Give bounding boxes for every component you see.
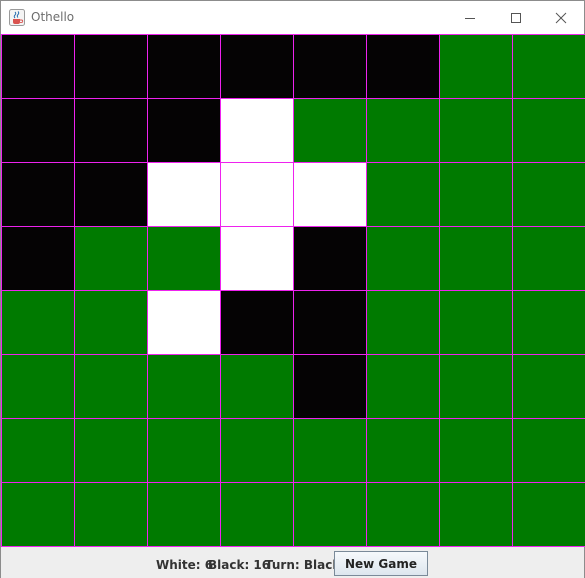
empty-cell[interactable] <box>293 482 367 547</box>
empty-cell[interactable] <box>366 354 440 419</box>
empty-cell[interactable] <box>147 226 221 291</box>
empty-cell[interactable] <box>512 34 585 99</box>
othello-window: Othello White: 6 Black: 16 Turn: Black N… <box>0 0 585 578</box>
white-score: White: 6 <box>156 558 214 572</box>
empty-cell[interactable] <box>293 418 367 483</box>
othello-board <box>1 34 585 547</box>
black-disc-cell[interactable] <box>220 290 294 355</box>
empty-cell[interactable] <box>366 162 440 227</box>
turn-indicator: Turn: Black <box>265 558 341 572</box>
minimize-icon <box>465 17 475 19</box>
black-disc-cell[interactable] <box>366 34 440 99</box>
empty-cell[interactable] <box>220 482 294 547</box>
empty-cell[interactable] <box>220 418 294 483</box>
title-bar[interactable]: Othello <box>1 1 584 34</box>
empty-cell[interactable] <box>1 418 75 483</box>
black-disc-cell[interactable] <box>293 290 367 355</box>
black-disc-cell[interactable] <box>220 34 294 99</box>
black-disc-cell[interactable] <box>147 34 221 99</box>
empty-cell[interactable] <box>293 98 367 163</box>
empty-cell[interactable] <box>220 354 294 419</box>
white-disc-cell[interactable] <box>147 290 221 355</box>
white-disc-cell[interactable] <box>220 226 294 291</box>
empty-cell[interactable] <box>366 482 440 547</box>
new-game-button[interactable]: New Game <box>334 551 428 576</box>
empty-cell[interactable] <box>512 482 585 547</box>
white-disc-cell[interactable] <box>220 98 294 163</box>
empty-cell[interactable] <box>74 482 148 547</box>
empty-cell[interactable] <box>512 290 585 355</box>
empty-cell[interactable] <box>439 418 513 483</box>
black-disc-cell[interactable] <box>1 34 75 99</box>
black-score: Black: 16 <box>208 558 271 572</box>
empty-cell[interactable] <box>439 354 513 419</box>
empty-cell[interactable] <box>439 290 513 355</box>
minimize-button[interactable] <box>447 1 493 34</box>
black-disc-cell[interactable] <box>74 34 148 99</box>
empty-cell[interactable] <box>74 290 148 355</box>
empty-cell[interactable] <box>1 354 75 419</box>
black-disc-cell[interactable] <box>1 98 75 163</box>
maximize-button[interactable] <box>493 1 539 34</box>
black-disc-cell[interactable] <box>293 34 367 99</box>
empty-cell[interactable] <box>512 418 585 483</box>
empty-cell[interactable] <box>512 98 585 163</box>
empty-cell[interactable] <box>74 354 148 419</box>
empty-cell[interactable] <box>439 482 513 547</box>
empty-cell[interactable] <box>147 482 221 547</box>
empty-cell[interactable] <box>366 418 440 483</box>
empty-cell[interactable] <box>1 290 75 355</box>
empty-cell[interactable] <box>512 354 585 419</box>
black-disc-cell[interactable] <box>1 162 75 227</box>
empty-cell[interactable] <box>366 290 440 355</box>
window-title: Othello <box>31 10 75 24</box>
black-disc-cell[interactable] <box>1 226 75 291</box>
empty-cell[interactable] <box>147 418 221 483</box>
empty-cell[interactable] <box>74 418 148 483</box>
status-bar: White: 6 Black: 16 Turn: Black New Game <box>1 547 584 578</box>
empty-cell[interactable] <box>439 34 513 99</box>
black-disc-cell[interactable] <box>293 226 367 291</box>
empty-cell[interactable] <box>147 354 221 419</box>
black-disc-cell[interactable] <box>147 98 221 163</box>
empty-cell[interactable] <box>439 162 513 227</box>
empty-cell[interactable] <box>439 98 513 163</box>
empty-cell[interactable] <box>512 226 585 291</box>
java-cup-icon <box>9 9 25 26</box>
white-disc-cell[interactable] <box>293 162 367 227</box>
black-disc-cell[interactable] <box>74 162 148 227</box>
white-disc-cell[interactable] <box>147 162 221 227</box>
empty-cell[interactable] <box>1 482 75 547</box>
close-button[interactable] <box>538 1 584 34</box>
empty-cell[interactable] <box>366 98 440 163</box>
black-disc-cell[interactable] <box>293 354 367 419</box>
maximize-icon <box>511 12 521 23</box>
white-disc-cell[interactable] <box>220 162 294 227</box>
empty-cell[interactable] <box>512 162 585 227</box>
empty-cell[interactable] <box>74 226 148 291</box>
black-disc-cell[interactable] <box>74 98 148 163</box>
empty-cell[interactable] <box>439 226 513 291</box>
empty-cell[interactable] <box>366 226 440 291</box>
close-icon <box>555 12 567 23</box>
